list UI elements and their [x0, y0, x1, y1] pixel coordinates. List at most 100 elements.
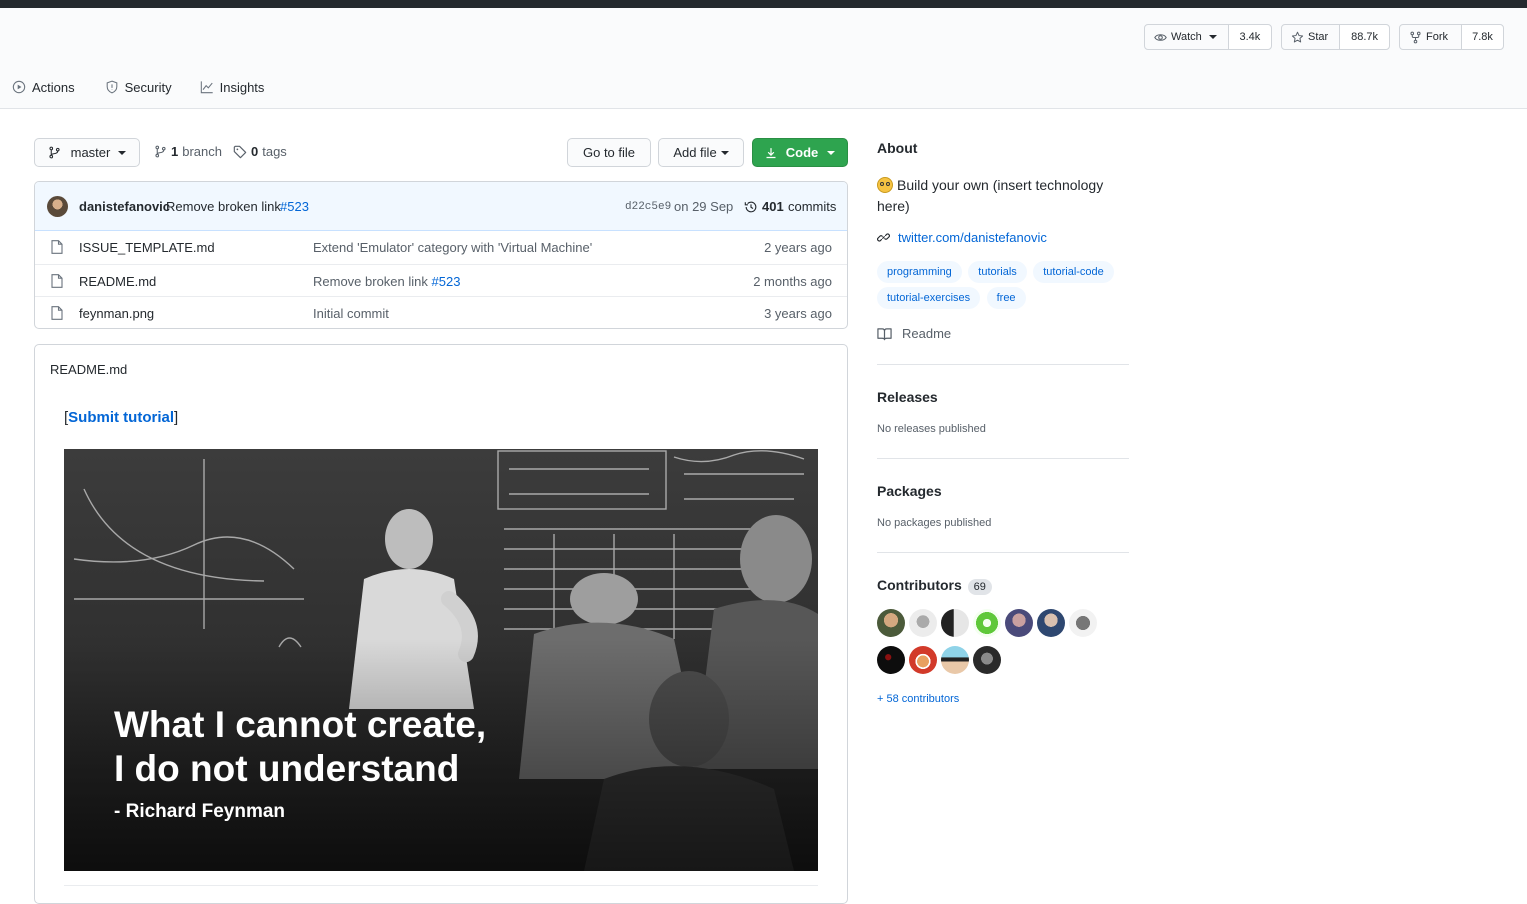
file-commit-message[interactable]: Extend 'Emulator' category with 'Virtual… [313, 240, 592, 255]
branch-icon [155, 145, 166, 158]
star-group: Star 88.7k [1281, 24, 1390, 50]
fork-button[interactable]: Fork [1400, 25, 1461, 49]
tag-count: 0 [251, 144, 259, 159]
branch-count-label: branch [182, 144, 222, 159]
avatar[interactable] [941, 609, 969, 637]
bracket-close: ] [174, 409, 179, 426]
star-button[interactable]: Star [1282, 25, 1339, 49]
file-age: 3 years ago [764, 306, 832, 321]
commit-author[interactable]: danistefanovic [79, 199, 170, 214]
branch-select-button[interactable]: master [34, 138, 140, 167]
commit-count-label[interactable]: commits [788, 199, 836, 214]
file-name[interactable]: README.md [79, 274, 156, 289]
contributors-count-badge: 69 [967, 579, 992, 595]
avatar[interactable] [973, 646, 1001, 674]
file-commit-pr-link[interactable]: #523 [432, 274, 461, 289]
file-icon [51, 306, 63, 320]
download-icon [766, 147, 776, 158]
branch-count-link[interactable]: 1 branch [154, 144, 222, 159]
file-commit-message[interactable]: Initial commit [313, 306, 389, 321]
avatar[interactable] [1069, 609, 1097, 637]
avatar[interactable] [1005, 609, 1033, 637]
branch-name: master [70, 145, 111, 160]
avatar[interactable] [973, 609, 1001, 637]
code-button[interactable]: Code [752, 138, 848, 167]
topic-tag[interactable]: tutorials [968, 261, 1027, 283]
branch-count: 1 [171, 144, 179, 159]
play-icon [12, 80, 26, 94]
commit-sha[interactable]: d22c5e9 [625, 201, 671, 213]
eye-icon [1154, 33, 1167, 41]
chevron-down-icon [720, 150, 729, 155]
repo-nav-tabs: Actions Security Insights [12, 78, 264, 96]
file-row[interactable]: feynman.png Initial commit 3 years ago [35, 296, 847, 328]
tag-count-link[interactable]: 0 tags [233, 144, 287, 159]
tag-icon [233, 145, 247, 158]
website-url[interactable]: twitter.com/danistefanovic [898, 230, 1047, 245]
more-contributors-link[interactable]: + 58 contributors [877, 693, 959, 705]
website-link[interactable]: twitter.com/danistefanovic [877, 230, 1047, 245]
file-icon [51, 274, 63, 288]
topic-tag[interactable]: free [986, 287, 1026, 309]
latest-commit-bar: danistefanovic Remove broken link #523 d… [35, 182, 847, 231]
file-commit-message: Remove broken link #523 [313, 274, 460, 289]
star-count[interactable]: 88.7k [1339, 25, 1389, 49]
repo-description: Build your own (insert technology here) [877, 175, 1129, 217]
releases-text: No releases published [877, 423, 986, 435]
tab-actions[interactable]: Actions [12, 78, 75, 96]
go-to-file-button[interactable]: Go to file [567, 138, 651, 167]
tab-insights-label: Insights [219, 79, 265, 95]
avatar[interactable] [909, 609, 937, 637]
commit-pr-link[interactable]: #523 [280, 199, 309, 214]
topic-tag[interactable]: tutorial-code [1033, 261, 1114, 283]
contributor-avatars [877, 609, 1137, 683]
tab-insights[interactable]: Insights [200, 78, 265, 96]
fork-group: Fork 7.8k [1399, 24, 1504, 50]
contributors-heading[interactable]: Contributors 69 [877, 577, 992, 595]
file-row[interactable]: ISSUE_TEMPLATE.md Extend 'Emulator' cate… [35, 231, 847, 264]
tab-security[interactable]: Security [105, 78, 172, 96]
branch-icon [49, 146, 60, 159]
fork-label: Fork [1426, 31, 1448, 43]
star-icon [1291, 31, 1304, 42]
readme-link[interactable]: Readme [877, 326, 951, 341]
avatar[interactable] [909, 646, 937, 674]
topic-tag[interactable]: programming [877, 261, 962, 283]
nerd-emoji-icon [877, 177, 893, 193]
book-icon [877, 327, 892, 340]
file-name[interactable]: feynman.png [79, 306, 154, 321]
divider [877, 364, 1129, 365]
avatar[interactable] [941, 646, 969, 674]
divider [64, 885, 818, 886]
watch-label: Watch [1171, 31, 1202, 43]
submit-tutorial-link[interactable]: Submit tutorial [68, 409, 174, 426]
file-row[interactable]: README.md Remove broken link #523 2 mont… [35, 264, 847, 297]
readme-link-label: Readme [902, 326, 952, 341]
tag-count-label: tags [262, 144, 287, 159]
file-commit-text[interactable]: Remove broken link [313, 274, 428, 289]
file-name[interactable]: ISSUE_TEMPLATE.md [79, 240, 215, 255]
avatar[interactable] [877, 646, 905, 674]
add-file-button[interactable]: Add file [658, 138, 744, 167]
file-icon [51, 240, 63, 254]
releases-title[interactable]: Releases [877, 389, 938, 405]
avatar[interactable] [877, 609, 905, 637]
graph-icon [200, 81, 213, 94]
avatar[interactable] [1037, 609, 1065, 637]
image-quote-line2: I do not understand [114, 748, 460, 789]
readme-panel: README.md [Submit tutorial] What I canno… [34, 344, 848, 904]
commit-count[interactable]: 401 [762, 199, 784, 214]
readme-title: README.md [50, 362, 128, 377]
star-label: Star [1308, 31, 1329, 43]
code-label: Code [785, 145, 819, 160]
tab-security-label: Security [124, 79, 172, 95]
watch-button[interactable]: Watch [1145, 25, 1228, 49]
image-quote-line1: What I cannot create, [114, 704, 487, 745]
commit-message[interactable]: Remove broken link [166, 199, 281, 214]
topic-tag[interactable]: tutorial-exercises [877, 287, 981, 309]
about-title: About [877, 140, 918, 156]
author-avatar[interactable] [47, 196, 68, 217]
packages-title[interactable]: Packages [877, 483, 942, 499]
watch-count[interactable]: 3.4k [1227, 25, 1271, 49]
fork-count[interactable]: 7.8k [1460, 25, 1503, 49]
